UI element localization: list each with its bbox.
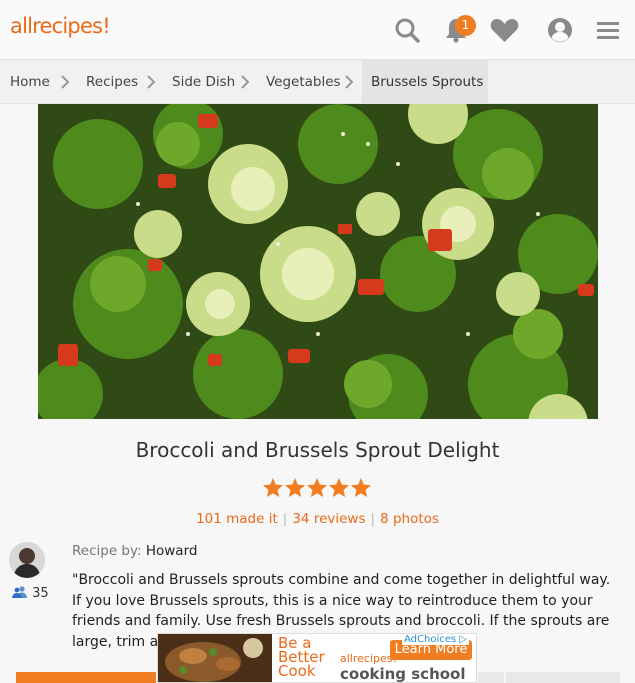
ad-product: cooking school [340, 665, 466, 683]
stats-divider: | [282, 511, 288, 527]
star-icon [351, 478, 371, 497]
logo-text: allrecipes [10, 14, 103, 38]
action-bar-primary[interactable] [16, 672, 156, 683]
breadcrumb: Home Recipes Side Dish Vegetables Brusse… [0, 60, 635, 104]
breadcrumb-brussels-sprouts[interactable]: Brussels Sprouts [362, 60, 488, 104]
heart-icon[interactable] [489, 16, 520, 44]
action-bar-tertiary[interactable] [506, 672, 620, 683]
followers-count[interactable]: 35 [12, 586, 49, 601]
followers-icon [12, 586, 27, 598]
reviews-link[interactable]: 34 reviews [292, 511, 365, 527]
breadcrumb-side-dish[interactable]: Side Dish [172, 60, 235, 104]
profile-icon[interactable] [546, 16, 574, 44]
ad-headline: Be a Better Cook [278, 634, 325, 680]
author-avatar[interactable] [9, 542, 45, 578]
recipe-by: Recipe by: Howard [72, 543, 197, 559]
star-icon [285, 478, 305, 497]
site-header: allrecipes! 1 [0, 0, 635, 60]
ad-brand-text: allrecipes [340, 652, 393, 665]
chevron-right-icon [345, 75, 354, 89]
breadcrumb-home[interactable]: Home [10, 60, 50, 104]
chevron-right-icon [147, 75, 156, 89]
followers-value: 35 [32, 586, 49, 601]
adchoices-text: AdChoices [404, 634, 457, 645]
search-icon[interactable] [393, 16, 421, 44]
stats-divider: | [370, 511, 376, 527]
menu-icon[interactable] [595, 16, 623, 44]
rating-stars[interactable] [262, 477, 372, 499]
made-it-link[interactable]: 101 made it [196, 511, 278, 527]
adchoices-icon: ▷ [459, 634, 467, 645]
ad-banner[interactable]: Be a Better Cook allrecipes! cooking sch… [157, 633, 477, 683]
allrecipes-logo[interactable]: allrecipes! [10, 14, 111, 38]
notification-badge: 1 [455, 15, 476, 36]
chevron-right-icon [241, 75, 250, 89]
adchoices-link[interactable]: AdChoices ▷ [402, 634, 469, 645]
photos-link[interactable]: 8 photos [380, 511, 439, 527]
recipe-photo[interactable] [38, 104, 598, 419]
recipe-by-label: Recipe by: [72, 543, 142, 559]
action-bar-secondary[interactable] [478, 672, 504, 683]
ad-food-image [158, 634, 272, 682]
chevron-right-icon [61, 75, 70, 89]
star-icon [307, 478, 327, 497]
star-icon [329, 478, 349, 497]
ad-brand: allrecipes! [340, 652, 397, 665]
star-icon [263, 478, 283, 497]
breadcrumb-vegetables[interactable]: Vegetables [266, 60, 341, 104]
author-name[interactable]: Howard [146, 543, 198, 559]
breadcrumb-recipes[interactable]: Recipes [86, 60, 138, 104]
recipe-title: Broccoli and Brussels Sprout Delight [135, 438, 500, 462]
logo-mark: ! [102, 14, 110, 38]
recipe-photo-image [38, 104, 598, 419]
recipe-stats: 101 made it | 34 reviews | 8 photos [0, 511, 635, 527]
avatar-image [9, 542, 45, 578]
